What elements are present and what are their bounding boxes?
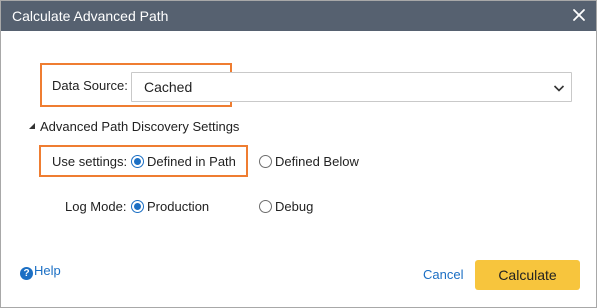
help-label: Help xyxy=(34,263,61,278)
caret-collapse-icon xyxy=(29,123,35,129)
radio-defined-below-label[interactable]: Defined Below xyxy=(275,154,359,169)
radio-debug-label[interactable]: Debug xyxy=(275,199,313,214)
data-source-label: Data Source: xyxy=(52,78,128,93)
calculate-button[interactable]: Calculate xyxy=(475,260,580,290)
radio-debug[interactable] xyxy=(259,200,272,213)
help-icon: ? xyxy=(20,267,33,280)
radio-production[interactable] xyxy=(131,200,144,213)
calculate-advanced-path-dialog: Calculate Advanced Path Data Source: Cac… xyxy=(0,0,597,308)
radio-defined-in-path-label[interactable]: Defined in Path xyxy=(147,154,236,169)
chevron-down-icon xyxy=(553,85,565,92)
dialog-title: Calculate Advanced Path xyxy=(12,8,169,24)
radio-production-label[interactable]: Production xyxy=(147,199,209,214)
log-mode-label: Log Mode: xyxy=(65,199,127,214)
dialog-titlebar: Calculate Advanced Path xyxy=(1,1,596,31)
data-source-select[interactable]: Cached xyxy=(131,72,572,102)
radio-defined-below[interactable] xyxy=(259,155,272,168)
close-icon[interactable] xyxy=(570,6,588,24)
radio-defined-in-path[interactable] xyxy=(131,155,144,168)
help-link[interactable]: ? Help xyxy=(20,263,61,280)
cancel-button[interactable]: Cancel xyxy=(423,267,463,282)
use-settings-label: Use settings: xyxy=(52,154,128,169)
advanced-settings-header: Advanced Path Discovery Settings xyxy=(40,119,240,134)
data-source-value: Cached xyxy=(144,79,193,95)
advanced-settings-toggle[interactable]: Advanced Path Discovery Settings xyxy=(28,119,239,134)
